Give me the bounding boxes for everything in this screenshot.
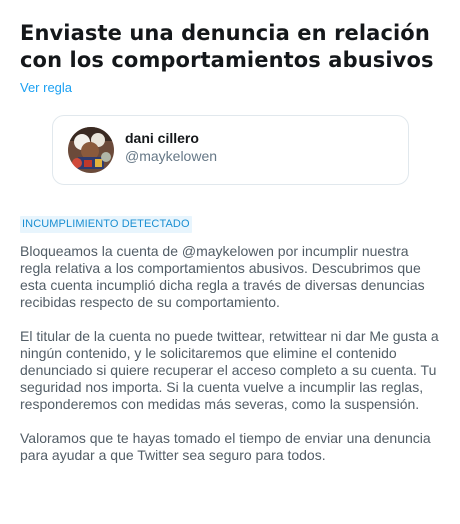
view-rule-link[interactable]: Ver regla — [20, 80, 72, 95]
body-paragraph-2: El titular de la cuenta no puede twittea… — [20, 328, 439, 412]
reported-account-card[interactable]: dani cillero @maykelowen — [52, 115, 409, 185]
avatar[interactable] — [68, 127, 114, 173]
body-paragraph-3: Valoramos que te hayas tomado el tiempo … — [20, 430, 431, 463]
status-badge: INCUMPLIMIENTO DETECTADO — [20, 216, 192, 233]
profile-photo-icon — [68, 127, 114, 173]
account-handle: @maykelowen — [125, 148, 218, 164]
notice-title: Enviaste una denuncia en relación con lo… — [20, 21, 434, 72]
account-display-name: dani cillero — [125, 130, 199, 146]
account-info: dani cillero @maykelowen — [125, 129, 217, 165]
report-notice: Enviaste una denuncia en relación con lo… — [0, 0, 460, 464]
body-paragraph-1: Bloqueamos la cuenta de @maykelowen por … — [20, 243, 425, 310]
